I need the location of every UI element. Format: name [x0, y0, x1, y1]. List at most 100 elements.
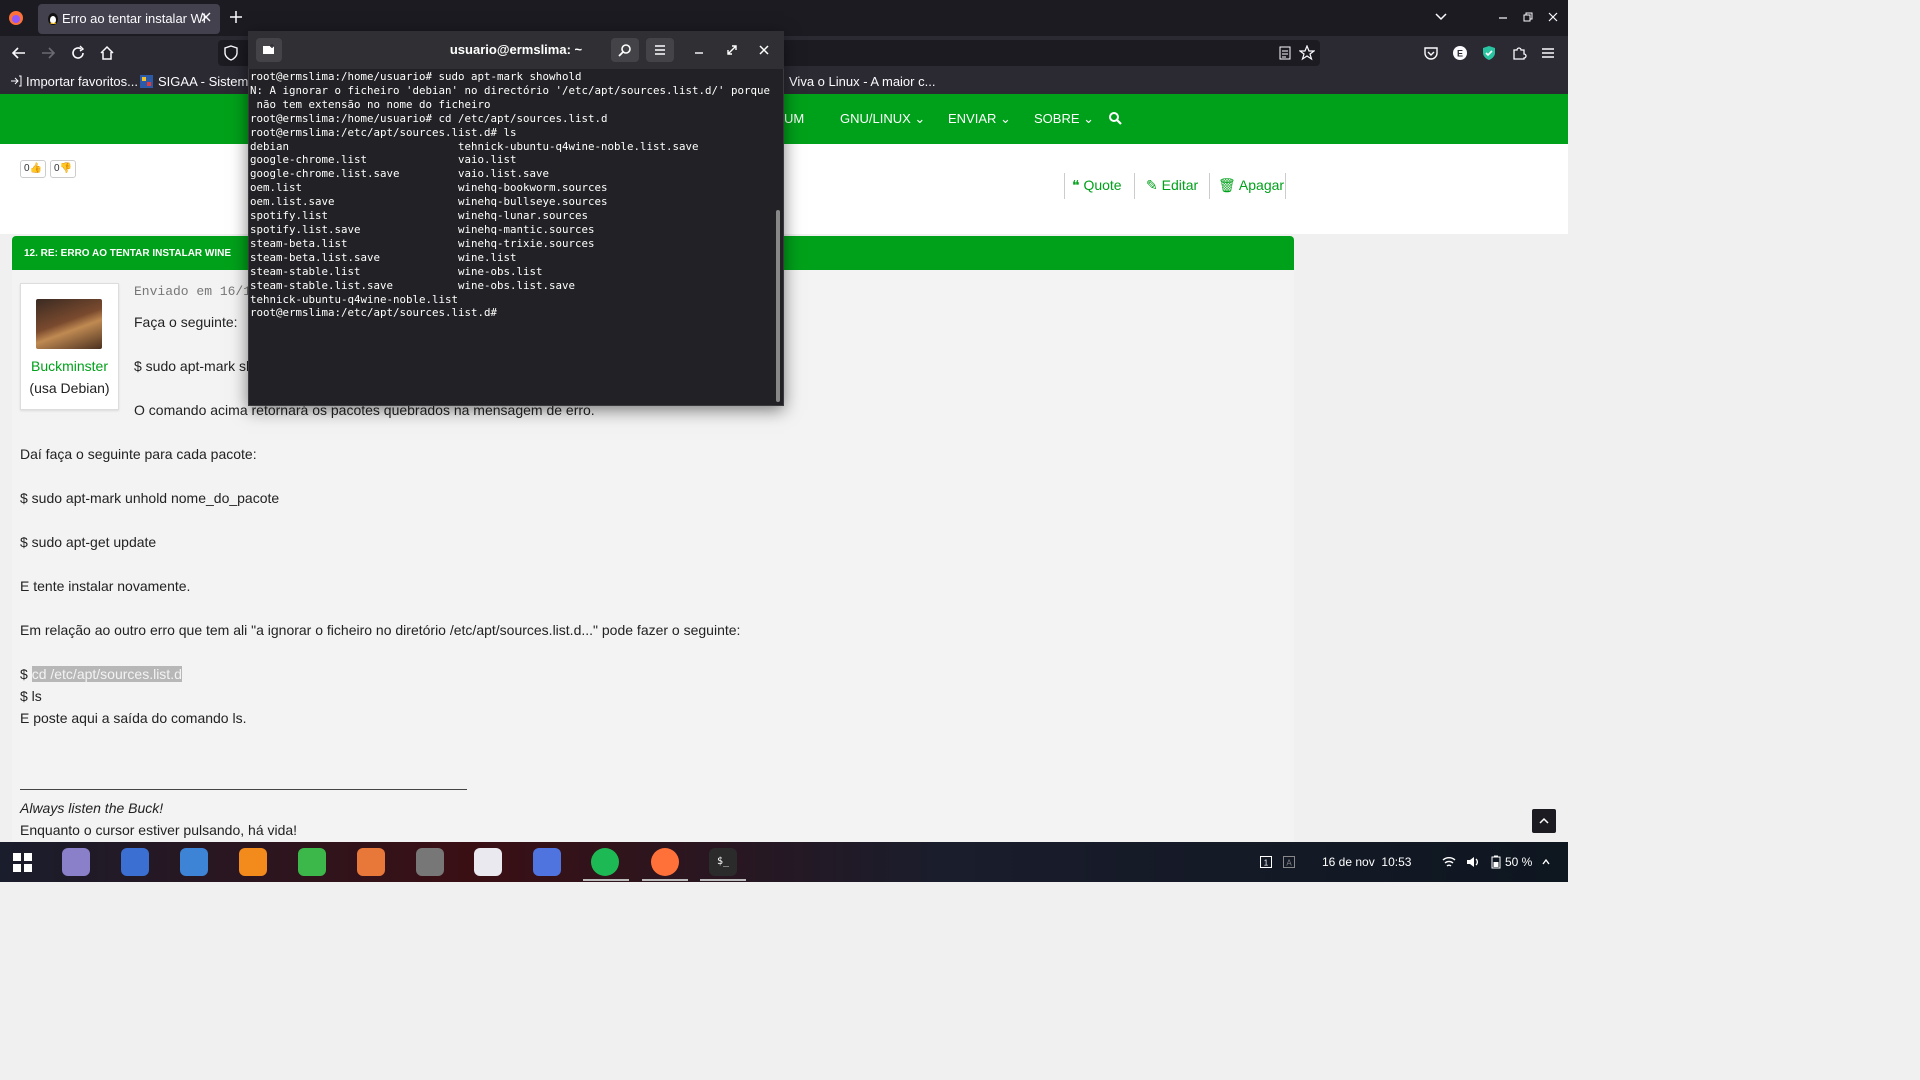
files-icon[interactable] — [62, 848, 90, 876]
terminal-close-icon[interactable] — [758, 44, 770, 56]
post-line: $ sudo apt-mark sh — [134, 358, 254, 374]
terminal-menu-button[interactable] — [646, 38, 674, 62]
documents-icon[interactable] — [180, 848, 208, 876]
spotify-icon[interactable] — [591, 848, 619, 876]
post-line: Em relação ao outro erro que tem ali "a … — [20, 622, 741, 638]
bookmark-vivaolinux[interactable]: Viva o Linux - A maior c... — [789, 74, 935, 89]
post-line: $ sudo apt-get update — [20, 534, 157, 550]
selected-text[interactable]: cd /etc/apt/sources.list.d — [31, 666, 182, 682]
svg-text:1: 1 — [1264, 859, 1269, 868]
terminal-search-button[interactable] — [611, 38, 639, 62]
screenshot-icon[interactable] — [121, 848, 149, 876]
back-icon[interactable] — [11, 45, 27, 61]
terminal-output[interactable]: root@ermslima:/home/usuario# sudo apt-ma… — [250, 70, 774, 404]
forward-icon[interactable] — [40, 45, 56, 61]
firefox-icon[interactable] — [651, 848, 679, 876]
new-tab-icon[interactable] — [229, 10, 243, 24]
edit-button[interactable]: ✎ Editar — [1146, 177, 1198, 194]
list-all-tabs-icon[interactable] — [1434, 12, 1448, 22]
sigaa-favicon-icon — [140, 75, 153, 88]
restore-icon[interactable] — [1521, 10, 1535, 24]
tab-title: Erro ao tentar instalar Wi — [62, 11, 206, 26]
terminal-minimize-icon[interactable] — [693, 44, 705, 56]
quote-button[interactable]: ❝ Quote — [1072, 177, 1122, 194]
active-indicator — [642, 879, 688, 881]
extensions-puzzle-icon[interactable] — [1511, 45, 1527, 61]
battery-percentage: 50 % — [1505, 855, 1533, 869]
hamburger-menu-icon — [655, 45, 665, 55]
terminal-new-tab-button[interactable] — [256, 38, 282, 62]
reload-icon[interactable] — [70, 45, 86, 61]
volume-icon[interactable] — [1466, 855, 1480, 869]
post-line-command: $ cd /etc/apt/sources.list.d — [20, 666, 182, 682]
divider — [1064, 173, 1065, 199]
site-navigation: UM GNU/LINUX ⌄ ENVIAR ⌄ SOBRE ⌄ — [0, 94, 1568, 144]
bookmark-sigaa[interactable]: SIGAA - Sistema — [158, 74, 256, 89]
music-icon[interactable] — [416, 848, 444, 876]
upvote-button[interactable]: 0👍 — [20, 160, 46, 178]
extension-shield-icon[interactable] — [1481, 45, 1497, 61]
pocket-icon[interactable] — [1423, 45, 1439, 61]
bookmarks-toolbar: Importar favoritos... SIGAA - Sistema Vi… — [0, 70, 1568, 94]
active-indicator — [583, 879, 629, 881]
firefox-menu-icon[interactable] — [8, 10, 24, 26]
post-line: Faça o seguinte: — [134, 314, 238, 330]
terminal-icon[interactable]: $_ — [709, 848, 737, 876]
author-distro: (usa Debian) — [29, 380, 110, 396]
previous-post-footer — [0, 144, 1568, 234]
post-title: 12. RE: ERRO AO TENTAR INSTALAR WINE — [24, 248, 232, 259]
post-line: E poste aqui a saída do comando ls. — [20, 710, 247, 726]
svg-text:E: E — [1457, 49, 1463, 59]
chevron-up-icon — [1539, 817, 1549, 824]
nav-gnu-linux[interactable]: GNU/LINUX ⌄ — [840, 111, 925, 127]
mixer-icon[interactable] — [474, 848, 502, 876]
hamburger-menu-icon[interactable] — [1540, 45, 1556, 61]
shield-icon[interactable] — [223, 45, 239, 61]
trash-icon: 🗑 — [1218, 177, 1236, 193]
author-name[interactable]: Buckminster — [20, 358, 119, 374]
minimize-icon[interactable] — [1496, 10, 1510, 24]
signature-line: Always listen the Buck! — [20, 800, 164, 816]
close-window-icon[interactable] — [1546, 10, 1560, 24]
presentation-icon[interactable] — [357, 848, 385, 876]
active-indicator — [700, 879, 746, 881]
svg-text:A: A — [1286, 859, 1292, 868]
avatar[interactable] — [36, 299, 102, 349]
battery-icon[interactable] — [1491, 855, 1501, 869]
tux-favicon-icon — [48, 13, 58, 25]
post-line: Daí faça o seguinte para cada pacote: — [20, 446, 257, 462]
workspace-1-icon[interactable]: 1 — [1260, 856, 1272, 868]
post-date: Enviado em 16/1 — [134, 284, 252, 299]
tab-active[interactable]: Erro ao tentar instalar Wi — [38, 4, 220, 34]
terminal-maximize-icon[interactable] — [726, 44, 738, 56]
keyboard-layout-icon[interactable]: A — [1283, 856, 1295, 868]
screen-capture-icon[interactable] — [533, 848, 561, 876]
post-line: $ ls — [20, 688, 42, 704]
home-icon[interactable] — [99, 45, 115, 61]
delete-button[interactable]: 🗑 Apagar — [1218, 177, 1284, 194]
search-icon[interactable] — [1109, 112, 1122, 125]
app-launcher-icon[interactable] — [12, 852, 34, 874]
nav-sobre[interactable]: SOBRE ⌄ — [1034, 111, 1094, 127]
media-player-icon[interactable] — [239, 848, 267, 876]
nav-forum[interactable]: UM — [784, 111, 804, 126]
scroll-to-top-button[interactable] — [1532, 809, 1556, 833]
clock[interactable]: 16 de nov 10:53 — [1322, 855, 1411, 869]
divider — [1285, 173, 1286, 199]
bookmark-star-icon[interactable] — [1299, 45, 1315, 61]
reader-view-icon[interactable] — [1277, 45, 1293, 61]
downvote-button[interactable]: 0👎 — [50, 160, 76, 178]
import-icon — [11, 75, 22, 87]
bookmark-import[interactable]: Importar favoritos... — [26, 74, 138, 89]
nav-enviar[interactable]: ENVIAR ⌄ — [948, 111, 1011, 127]
chevron-up-icon[interactable] — [1542, 857, 1550, 867]
post-line: E tente instalar novamente. — [20, 578, 191, 594]
account-icon[interactable]: E — [1452, 45, 1468, 61]
new-tab-icon — [263, 44, 274, 54]
divider — [1209, 173, 1210, 199]
terminal-scrollbar[interactable] — [776, 210, 780, 402]
tab-close-icon[interactable] — [200, 11, 212, 23]
signature-line: Enquanto o cursor estiver pulsando, há v… — [20, 822, 298, 838]
wifi-icon[interactable] — [1442, 855, 1456, 869]
spreadsheet-icon[interactable] — [298, 848, 326, 876]
